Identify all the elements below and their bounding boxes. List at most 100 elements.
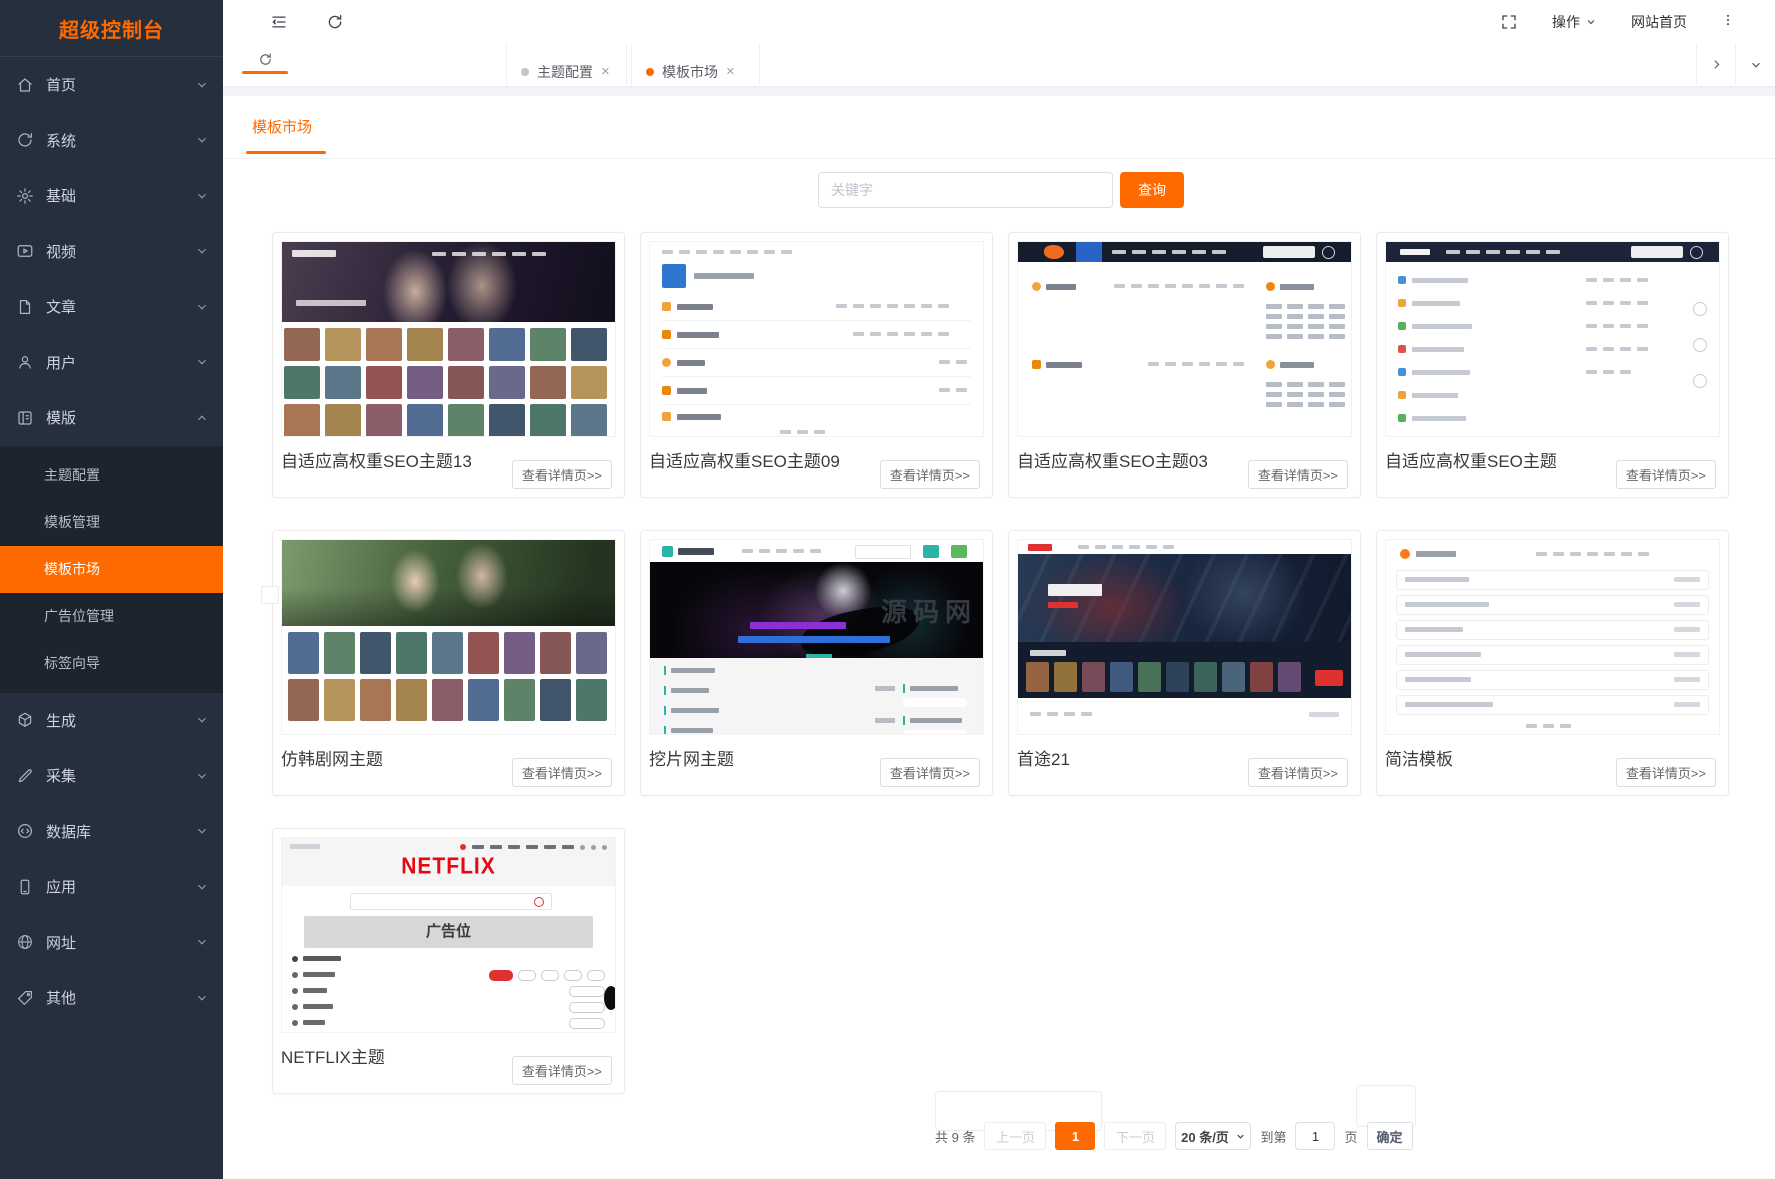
current-page-button[interactable]: 1 (1055, 1122, 1096, 1150)
prev-page-button[interactable]: 上一页 (984, 1122, 1047, 1150)
chevron-down-icon (195, 991, 209, 1005)
template-submenu: 主题配置 模板管理 模板市场 广告位管理 标签向导 (0, 445, 223, 693)
refresh-icon[interactable] (326, 13, 344, 31)
chevron-down-icon (1587, 20, 1595, 25)
template-card: 仿韩剧网主题 查看详情页>> (272, 530, 625, 796)
submenu-item-template-market[interactable]: 模板市场 (0, 545, 223, 593)
chevron-down-icon (195, 189, 209, 203)
tab-dot-icon (646, 67, 654, 76)
next-page-button[interactable]: 下一页 (1104, 1122, 1167, 1150)
database-icon (16, 822, 34, 840)
view-detail-button[interactable]: 查看详情页>> (511, 460, 612, 489)
sidebar-item-home[interactable]: 首页 (0, 57, 223, 113)
tab-scroll-right-button[interactable] (1696, 44, 1736, 85)
submenu-item-tag-wizard[interactable]: 标签向导 (0, 640, 223, 687)
sidebar: 超级控制台 首页 系统 基础 视频 文章 用户 模版 主题配置 模板管理 模板市… (0, 0, 223, 1179)
tab-strip: 主题配置 × 模板市场 × (223, 44, 1775, 87)
page-tab-bar: 模板市场 (223, 96, 1775, 159)
sidebar-item-article[interactable]: 文章 (0, 279, 223, 335)
sidebar-item-system[interactable]: 系统 (0, 113, 223, 169)
pen-icon (16, 767, 34, 785)
active-tab-underline (242, 71, 288, 74)
view-detail-button[interactable]: 查看详情页>> (879, 460, 980, 489)
template-card: 简洁模板 查看详情页>> (1376, 530, 1729, 796)
template-thumbnail (1017, 241, 1352, 437)
document-icon (16, 298, 34, 316)
tag-icon (16, 989, 34, 1007)
active-tab-refresh[interactable] (237, 46, 293, 74)
chevron-down-icon (195, 78, 209, 92)
template-card: 自适应高权重SEO主题 查看详情页>> (1376, 232, 1729, 498)
tab-theme-config[interactable]: 主题配置 × (506, 44, 627, 85)
site-home-link[interactable]: 网站首页 (1631, 12, 1687, 32)
content-gap (223, 86, 1775, 96)
fullscreen-icon[interactable] (1500, 13, 1518, 31)
page-tab-template-market[interactable]: 模板市场 (252, 116, 312, 137)
goto-prefix: 到第 (1260, 1129, 1287, 1145)
app-title: 超级控制台 (0, 0, 223, 57)
chevron-down-icon (1237, 1134, 1244, 1139)
top-navbar: 操作 网站首页 (223, 0, 1775, 45)
template-thumbnail (649, 241, 984, 437)
kebab-menu-icon[interactable] (1721, 13, 1735, 31)
template-card: 源码网 挖片网主题 查看详情页>> (640, 530, 993, 796)
view-detail-button[interactable]: 查看详情页>> (1247, 758, 1348, 787)
total-count: 共 9 条 (935, 1129, 976, 1145)
blur-patch (261, 586, 279, 604)
sidebar-item-collect[interactable]: 采集 (0, 748, 223, 804)
page-tab-underline (246, 151, 326, 154)
sidebar-item-app[interactable]: 应用 (0, 859, 223, 915)
sidebar-item-other[interactable]: 其他 (0, 970, 223, 1026)
template-thumbnail (281, 241, 616, 437)
chevron-down-icon (195, 880, 209, 894)
chevron-down-icon (195, 824, 209, 838)
tab-dot-icon (521, 67, 529, 76)
submenu-item-ad-manage[interactable]: 广告位管理 (0, 593, 223, 640)
view-detail-button[interactable]: 查看详情页>> (879, 758, 980, 787)
sidebar-item-video[interactable]: 视频 (0, 224, 223, 280)
view-detail-button[interactable]: 查看详情页>> (1615, 460, 1716, 489)
close-icon[interactable]: × (726, 64, 735, 79)
goto-suffix: 页 (1344, 1129, 1358, 1145)
template-card-grid: 自适应高权重SEO主题13 查看详情页>> 自适应高权重SEO主题09 查看详情… (272, 232, 1732, 1094)
template-thumbnail (1385, 539, 1720, 735)
view-detail-button[interactable]: 查看详情页>> (1247, 460, 1348, 489)
pagination: 共 9 条 上一页 1 下一页 20 条/页 到第 页 确定 (935, 1122, 1413, 1150)
fold-menu-icon[interactable] (270, 13, 288, 31)
system-icon (16, 131, 34, 149)
confirm-button[interactable]: 确定 (1366, 1122, 1413, 1150)
cube-icon (16, 711, 34, 729)
chevron-down-icon (195, 355, 209, 369)
view-detail-button[interactable]: 查看详情页>> (511, 758, 612, 787)
search-input[interactable] (818, 172, 1113, 208)
sidebar-item-generate[interactable]: 生成 (0, 693, 223, 749)
close-icon[interactable]: × (601, 64, 610, 79)
template-thumbnail: NETFLIX 广告位 (281, 837, 616, 1033)
chevron-down-icon (195, 244, 209, 258)
view-detail-button[interactable]: 查看详情页>> (1615, 758, 1716, 787)
main-content: 模板市场 查询 自适应高权重SEO主题13 查看详情页>> (223, 96, 1775, 1179)
watermark: 源码网 (880, 597, 977, 627)
chevron-down-icon (1751, 62, 1760, 68)
chevron-down-icon (195, 713, 209, 727)
sidebar-item-basic[interactable]: 基础 (0, 168, 223, 224)
submenu-item-template-manage[interactable]: 模板管理 (0, 499, 223, 546)
chevron-down-icon (195, 133, 209, 147)
action-dropdown[interactable]: 操作 (1552, 12, 1597, 32)
submenu-item-theme-config[interactable]: 主题配置 (0, 452, 223, 499)
sidebar-item-database[interactable]: 数据库 (0, 804, 223, 860)
search-button[interactable]: 查询 (1120, 172, 1184, 208)
chevron-up-icon (195, 411, 209, 425)
tab-menu-button[interactable] (1735, 44, 1775, 85)
tab-template-market[interactable]: 模板市场 × (631, 44, 760, 85)
goto-page-input[interactable] (1295, 1122, 1336, 1150)
sidebar-item-user[interactable]: 用户 (0, 335, 223, 391)
template-icon (16, 409, 34, 427)
sidebar-item-website[interactable]: 网址 (0, 915, 223, 971)
view-detail-button[interactable]: 查看详情页>> (511, 1056, 612, 1085)
site-logo (662, 546, 673, 557)
site-logo (1028, 544, 1052, 551)
page-size-select[interactable]: 20 条/页 (1175, 1122, 1252, 1150)
sidebar-item-template[interactable]: 模版 (0, 390, 223, 446)
site-logo (1400, 549, 1410, 559)
